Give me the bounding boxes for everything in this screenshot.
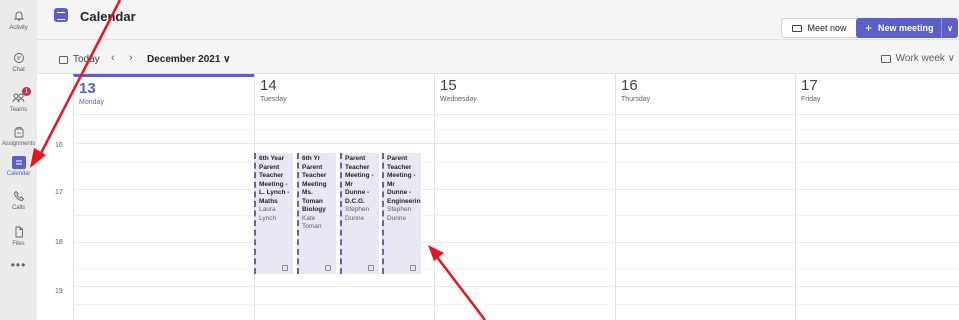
hour-line: [73, 286, 959, 287]
app-rail: Activity Chat 1 Teams Assignments Calend…: [0, 0, 37, 320]
previous-week-button[interactable]: ‹: [111, 52, 115, 64]
day-header-thursday[interactable]: 16 Thursday: [615, 74, 795, 114]
hour-line: [73, 114, 959, 115]
new-meeting-button[interactable]: + New meeting ∨: [856, 18, 958, 38]
page-title: Calendar: [80, 9, 136, 24]
hour-line: [73, 189, 959, 190]
calendar-event[interactable]: 6th Year Parent Teacher Meeting - L. Lyn…: [254, 153, 293, 274]
video-camera-icon: [792, 24, 803, 32]
event-status-icon: [368, 265, 374, 271]
rail-item-chat[interactable]: Chat: [0, 44, 37, 80]
half-hour-line: [73, 162, 959, 163]
rail-item-calendar[interactable]: Calendar: [0, 148, 37, 184]
teams-calendar-app: Activity Chat 1 Teams Assignments Calend…: [0, 0, 959, 320]
event-status-icon: [325, 265, 331, 271]
more-apps-button[interactable]: •••: [0, 258, 37, 272]
event-status-icon: [282, 265, 288, 271]
rail-item-activity[interactable]: Activity: [0, 2, 37, 38]
day-header-tuesday[interactable]: 14 Tuesday: [254, 74, 434, 114]
week-grid: 13 Monday 14 Tuesday 15 Wednesday 16 Thu…: [37, 74, 959, 320]
rail-item-calls[interactable]: Calls: [0, 182, 37, 218]
title-bar: Calendar Meet now + New meeting ∨: [37, 0, 959, 40]
new-meeting-dropdown-button[interactable]: ∨: [941, 18, 958, 38]
chat-icon: [12, 52, 26, 65]
half-hour-line: [73, 215, 959, 216]
today-button[interactable]: Today: [59, 54, 100, 65]
column-divider: [434, 114, 435, 320]
calendar-icon: [11, 155, 26, 169]
calendar-event[interactable]: 6th Yr Parent Teacher Meeting Ms. Toman …: [297, 153, 336, 274]
calendar-nav-bar: Today ‹ › December 2021 ∨ Work week ∨: [37, 40, 959, 74]
phone-icon: [12, 190, 26, 203]
assignments-icon: [12, 126, 26, 139]
hour-label: 18: [55, 239, 63, 246]
calendar-main: Calendar Meet now + New meeting ∨ Today …: [37, 0, 959, 320]
file-icon: [12, 226, 26, 239]
view-calendar-icon: [880, 54, 891, 63]
month-picker[interactable]: December 2021 ∨: [147, 54, 230, 65]
column-divider: [615, 114, 616, 320]
half-hour-line: [73, 268, 959, 269]
day-header-monday[interactable]: 13 Monday: [73, 74, 254, 114]
event-status-icon: [410, 265, 416, 271]
calendar-app-icon: [54, 8, 68, 22]
half-hour-line: [73, 129, 959, 130]
hour-line: [73, 143, 959, 144]
hour-label: 19: [55, 288, 63, 295]
plus-icon: +: [865, 21, 873, 35]
column-divider: [795, 114, 796, 320]
calendar-event[interactable]: Parent Teacher Meeting - Mr Dunne - Engi…: [382, 153, 421, 274]
rail-item-teams[interactable]: 1 Teams: [0, 84, 37, 120]
calendar-today-icon: [59, 55, 68, 64]
day-header-friday[interactable]: 17 Friday: [795, 74, 959, 114]
hour-label: 17: [55, 189, 63, 196]
next-week-button[interactable]: ›: [129, 52, 133, 64]
day-header-wednesday[interactable]: 15 Wednesday: [434, 74, 615, 114]
bell-icon: [12, 10, 26, 23]
meet-now-button[interactable]: Meet now: [781, 18, 858, 38]
calendar-event[interactable]: Parent Teacher Meeting - Mr Dunne - D.C.…: [340, 153, 379, 274]
rail-item-files[interactable]: Files: [0, 218, 37, 254]
hour-label: 16: [55, 142, 63, 149]
view-selector[interactable]: Work week ∨: [880, 53, 955, 64]
notification-badge: 1: [22, 87, 31, 96]
half-hour-line: [73, 304, 959, 305]
column-divider: [73, 114, 74, 320]
hour-line: [73, 242, 959, 243]
